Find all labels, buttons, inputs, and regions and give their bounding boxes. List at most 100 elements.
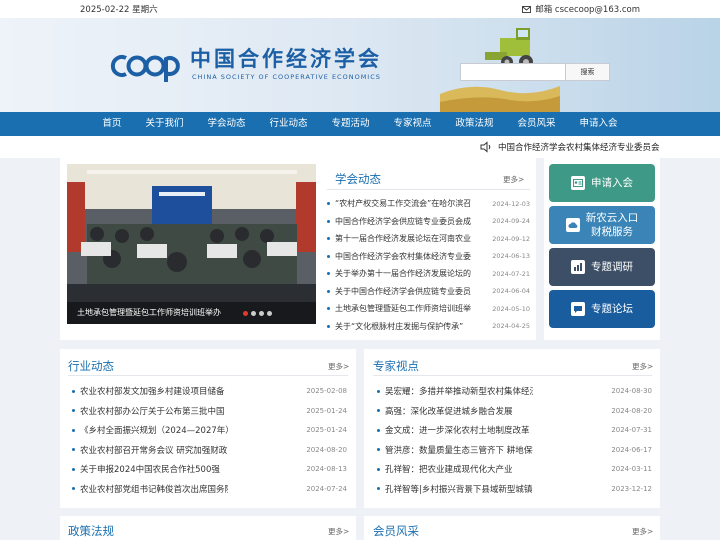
top-bar: 2025-02-22 星期六 邮箱 cscecoop@163.com	[0, 0, 720, 18]
nav-industry-news[interactable]: 行业动态	[257, 112, 319, 136]
bullet-icon	[327, 254, 330, 258]
members-title[interactable]: 会员风采	[373, 523, 419, 539]
list-item[interactable]: 关于“文化根脉村庄发掘与保护传承” 2024-04-25	[327, 321, 530, 332]
list-item[interactable]: “农村产权交易工作交流会”在哈尔滨召开 2024-12-03	[327, 198, 530, 209]
expert-views-more[interactable]: 更多>	[632, 361, 653, 372]
bullet-icon	[327, 202, 330, 205]
bullet-icon	[377, 389, 380, 393]
divider	[68, 375, 348, 376]
bullet-icon	[72, 389, 75, 393]
list-item[interactable]: 孔祥智等|乡村振兴背景下县域新型城镇化 2023-12-12	[377, 483, 652, 495]
list-item-title[interactable]: 农业农村部发文加强乡村建设项目储备	[80, 385, 228, 397]
society-news-more[interactable]: 更多>	[503, 174, 524, 185]
carousel-photo	[67, 164, 316, 324]
list-item-title[interactable]: 农业农村部召开常务会议 研究加强财政	[80, 444, 228, 456]
nav-society-news[interactable]: 学会动态	[195, 112, 257, 136]
list-item-date: 2024-07-24	[306, 484, 347, 493]
nav-home[interactable]: 首页	[90, 112, 133, 136]
carousel-dot[interactable]	[251, 311, 256, 316]
logo-title-en: CHINA SOCIETY OF COOPERATIVE ECONOMICS	[192, 73, 381, 81]
list-item-title[interactable]: 关于“文化根脉村庄发掘与保护传承”	[335, 321, 471, 332]
list-item[interactable]: 土地承包管理暨延包工作师资培训班举办 2024-05-10	[327, 303, 530, 314]
industry-news-title[interactable]: 行业动态	[68, 358, 114, 374]
list-item-title[interactable]: 孔祥智等|乡村振兴背景下县域新型城镇化	[385, 483, 533, 495]
nav-members[interactable]: 会员风采	[506, 112, 568, 136]
nav-special-events[interactable]: 专题活动	[319, 112, 381, 136]
quick-link-tile[interactable]: 申请入会	[549, 164, 655, 202]
list-item[interactable]: 吴宏耀：多措并举推动新型农村集体经济 2024-08-30	[377, 385, 652, 397]
list-item[interactable]: 关于中国合作经济学会供应链专业委员会 2024-06-04	[327, 286, 530, 297]
quick-link-tile[interactable]: 专题调研	[549, 248, 655, 286]
bullet-icon	[327, 219, 330, 223]
chat-icon	[571, 302, 585, 316]
list-item-title[interactable]: 高强：深化改革促进城乡融合发展	[385, 405, 533, 417]
list-item-title[interactable]: 关于举办第十一届合作经济发展论坛的通知	[335, 268, 471, 279]
list-item[interactable]: 关于举办第十一届合作经济发展论坛的通知 2024-07-21	[327, 268, 530, 279]
quick-link-tile[interactable]: 新农云入口 财税服务	[549, 206, 655, 244]
list-item-title[interactable]: 孔祥智：把农业建成现代化大产业	[385, 463, 533, 475]
list-item-title[interactable]: 金文成：进一步深化农村土地制度改革	[385, 424, 533, 436]
members-more[interactable]: 更多>	[632, 526, 653, 537]
search-button[interactable]: 搜索	[566, 63, 610, 81]
list-item[interactable]: 农业农村部党组书记韩俊首次出席国务院 2024-07-24	[72, 483, 347, 495]
list-item-title[interactable]: 第十一届合作经济发展论坛在河南农业大学召开	[335, 233, 471, 244]
list-item-title[interactable]: 关于申报2024中国农民合作社500强	[80, 463, 228, 475]
main-nav: 首页 关于我们 学会动态 行业动态 专题活动 专家视点 政策法规 会员风采 申请…	[0, 112, 720, 136]
list-item-title[interactable]: 土地承包管理暨延包工作师资培训班举办	[335, 303, 471, 314]
list-item-title[interactable]: “农村产权交易工作交流会”在哈尔滨召开	[335, 198, 471, 209]
list-item[interactable]: 关于申报2024中国农民合作社500强 2024-08-13	[72, 463, 347, 475]
list-item-date: 2024-04-25	[492, 322, 530, 330]
bullet-icon	[327, 289, 330, 293]
list-item-title[interactable]: 中国合作经济学会供应链专业委员会成立	[335, 216, 471, 227]
policy-title[interactable]: 政策法规	[68, 523, 114, 539]
quick-link-label: 申请入会	[591, 177, 633, 189]
quick-link-tile[interactable]: 专题论坛	[549, 290, 655, 328]
list-item-title[interactable]: 农业农村部党组书记韩俊首次出席国务院	[80, 483, 228, 495]
list-item[interactable]: 中国合作经济学会供应链专业委员会成立 2024-09-24	[327, 216, 530, 227]
bullet-icon	[72, 409, 75, 412]
list-item-date: 2024-06-17	[611, 445, 652, 454]
nav-expert-views[interactable]: 专家视点	[382, 112, 444, 136]
divider	[327, 189, 530, 190]
list-item[interactable]: 农业农村部召开常务会议 研究加强财政 2024-08-20	[72, 444, 347, 456]
nav-about[interactable]: 关于我们	[133, 112, 195, 136]
bullet-icon	[377, 467, 380, 471]
list-item[interactable]: 农业农村部发文加强乡村建设项目储备 2025-02-08	[72, 385, 347, 397]
list-item-title[interactable]: 关于中国合作经济学会供应链专业委员会	[335, 286, 471, 297]
notice-text[interactable]: 中国合作经济学会农村集体经济专业委员会关于举办第十届合作经济发展论坛的通知	[498, 141, 660, 153]
list-item[interactable]: 第十一届合作经济发展论坛在河南农业大学召开 2024-09-12	[327, 233, 530, 244]
site-logo[interactable]: 中国合作经济学会 CHINA SOCIETY OF COOPERATIVE EC…	[110, 48, 382, 84]
list-item-title[interactable]: 管洪彦：数量质量生态三管齐下 耕地保护	[385, 444, 533, 456]
nav-policy[interactable]: 政策法规	[444, 112, 506, 136]
carousel-dot[interactable]	[243, 311, 248, 316]
expert-views-title[interactable]: 专家视点	[373, 358, 419, 374]
list-item[interactable]: 中国合作经济学会农村集体经济专业委员会 2024-06-13	[327, 251, 530, 262]
wheat-field-illustration	[440, 86, 560, 112]
search-input[interactable]	[460, 63, 566, 81]
list-item-date: 2024-06-04	[492, 287, 530, 295]
list-item[interactable]: 《乡村全面振兴规划（2024—2027年）》 2025-01-24	[72, 424, 347, 436]
list-item-title[interactable]: 《乡村全面振兴规划（2024—2027年）》	[80, 424, 228, 436]
list-item-date: 2025-01-24	[306, 426, 347, 434]
list-item[interactable]: 金文成：进一步深化农村土地制度改革 2024-07-31	[377, 424, 652, 436]
logo-title-cn: 中国合作经济学会	[190, 46, 382, 71]
list-item[interactable]: 孔祥智：把农业建成现代化大产业 2024-03-11	[377, 463, 652, 475]
list-item-date: 2024-06-13	[492, 252, 530, 260]
list-item[interactable]: 管洪彦：数量质量生态三管齐下 耕地保护 2024-06-17	[377, 444, 652, 456]
quick-link-label: 专题论坛	[591, 303, 633, 315]
list-item-title[interactable]: 中国合作经济学会农村集体经济专业委员会	[335, 251, 471, 262]
nav-join[interactable]: 申请入会	[568, 112, 630, 136]
industry-news-more[interactable]: 更多>	[328, 361, 349, 372]
society-news-title[interactable]: 学会动态	[335, 171, 381, 187]
email-link[interactable]: 邮箱 cscecoop@163.com	[522, 3, 640, 15]
news-carousel[interactable]: 土地承包管理暨延包工作师资培训班举办	[67, 164, 316, 324]
carousel-dot[interactable]	[267, 311, 272, 316]
carousel-dot[interactable]	[259, 311, 264, 316]
bullet-icon	[72, 428, 75, 432]
list-item[interactable]: 农业农村部办公厅关于公布第三批中国 2025-01-24	[72, 405, 347, 417]
list-item[interactable]: 高强：深化改革促进城乡融合发展 2024-08-20	[377, 405, 652, 417]
list-item-title[interactable]: 吴宏耀：多措并举推动新型农村集体经济	[385, 385, 533, 397]
list-item-title[interactable]: 农业农村部办公厅关于公布第三批中国	[80, 405, 228, 417]
policy-more[interactable]: 更多>	[328, 526, 349, 537]
cloud-icon	[565, 218, 580, 232]
